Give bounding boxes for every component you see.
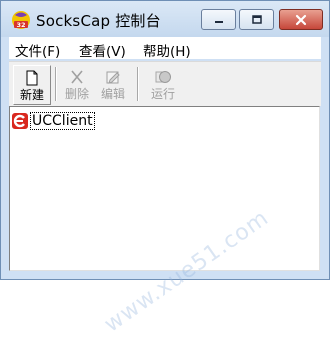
minimize-button[interactable] [201,9,236,30]
new-button-label: 新建 [19,88,44,102]
new-button[interactable]: 新建 [13,65,51,105]
toolbar-separator [55,67,57,101]
toolbar-separator [137,67,139,101]
edit-button[interactable]: 编辑 [95,65,131,105]
watermark-text: www.xue51.com [100,205,274,337]
maximize-icon [251,14,262,24]
menu-view[interactable]: 查看(V) [79,40,126,60]
list-item-label: UCClient [30,112,95,130]
delete-x-icon [71,70,83,84]
menu-file[interactable]: 文件(F) [15,40,60,60]
new-document-icon [26,70,38,86]
toolbar: 新建 删除 编辑 运行 [9,61,321,106]
uc-browser-icon [12,113,28,129]
edit-icon [106,71,120,84]
close-icon [295,14,307,25]
edit-button-label: 编辑 [100,87,125,101]
menu-bar: 文件(F) 查看(V) 帮助(H) [9,37,321,60]
sockscap-32-icon: 32 [12,11,30,29]
delete-button-label: 删除 [64,87,89,101]
svg-text:32: 32 [16,21,25,29]
minimize-icon [214,20,223,23]
app-window: 32 SocksCap 控制台 文件(F) 查看(V) 帮助(H) 新建 删除 … [0,0,330,337]
close-button[interactable] [279,9,323,30]
maximize-button[interactable] [239,9,274,30]
run-button-label: 运行 [150,87,175,101]
run-button[interactable]: 运行 [143,65,183,105]
delete-button[interactable]: 删除 [59,65,95,105]
list-item[interactable]: UCClient [12,111,95,131]
title-bar[interactable]: 32 SocksCap 控制台 [1,1,329,37]
menu-help[interactable]: 帮助(H) [143,40,191,60]
run-icon [155,71,171,83]
app-list-panel[interactable]: UCClient www.xue51.com [9,106,320,337]
window-title: SocksCap 控制台 [36,12,161,30]
